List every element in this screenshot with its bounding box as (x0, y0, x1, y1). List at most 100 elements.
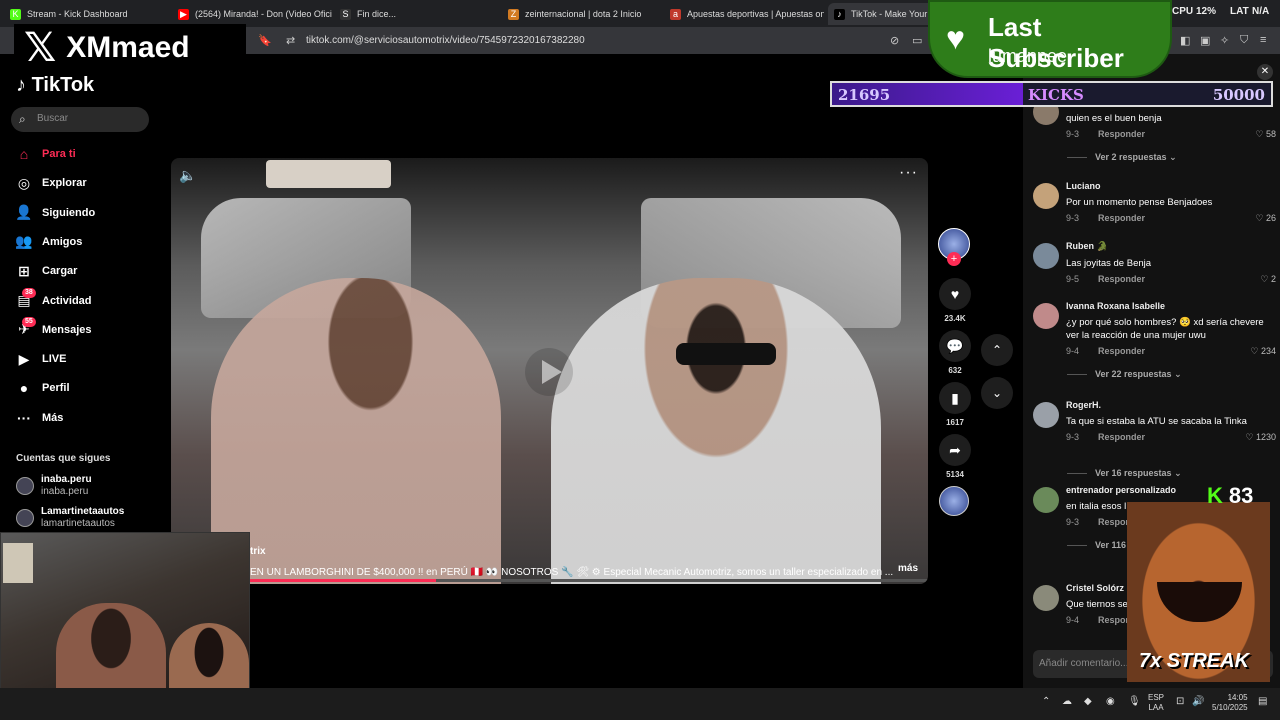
previous-video-button[interactable]: ⌃ (981, 334, 1013, 366)
browser-tab[interactable]: a Apuestas deportivas | Apuestas online (664, 3, 824, 25)
comment-like-button[interactable]: ♡ 26 (1255, 213, 1276, 224)
followed-account[interactable]: Lamartinetaautos lamartinetaautos (16, 506, 124, 530)
caption-more-link[interactable]: más (898, 563, 918, 574)
comment-author[interactable]: Ruben 🐊 (1066, 241, 1278, 252)
comment-author[interactable]: Luciano (1066, 181, 1278, 191)
tab-favicon-icon: ▶ (178, 8, 189, 20)
language-indicator[interactable]: ESP LAA (1148, 693, 1164, 713)
volume-icon[interactable]: 🔈 (179, 167, 196, 184)
clock[interactable]: 14:05 5/10/2025 (1212, 693, 1248, 713)
profile-icon-glyph: ● (19, 380, 29, 397)
sidebar-item-perfil[interactable]: ● Perfil (14, 377, 70, 399)
url-field[interactable]: tiktok.com/@serviciosautomotrix/video/75… (306, 35, 585, 46)
avatar[interactable] (1033, 183, 1059, 209)
view-replies-link[interactable]: Ver 22 respuestas ⌄ (1067, 369, 1182, 380)
avatar[interactable] (1033, 487, 1059, 513)
translate-icon[interactable]: ⊘ (890, 34, 899, 47)
video-player[interactable]: 🔈 ··· (171, 158, 928, 584)
video-more-icon[interactable]: ··· (899, 164, 918, 182)
comment-date: 9-3 (1066, 517, 1080, 527)
browser-tab[interactable]: K Stream - Kick Dashboard (4, 3, 169, 25)
comment-like-button[interactable]: ♡ 1230 (1245, 432, 1276, 443)
cloud-icon[interactable]: ☁ (1062, 696, 1072, 707)
speaker-icon[interactable]: 🔊 (1192, 696, 1204, 707)
heart-icon[interactable]: ♥ (939, 278, 971, 310)
next-video-button[interactable]: ⌄ (981, 377, 1013, 409)
browser-tab[interactable]: S Fin dice... (334, 3, 499, 25)
microphone-icon[interactable]: 🎙 (1128, 696, 1141, 707)
sidebar-item-explorar[interactable]: ◎ Explorar (14, 172, 87, 194)
search-box[interactable]: ⌕ Buscar (11, 107, 149, 132)
tiktok-logo[interactable]: ♪ TikTok (16, 74, 94, 97)
comment-author[interactable]: Ivanna Roxana Isabelle (1066, 301, 1278, 311)
bookmark-save-icon[interactable]: ▮ (939, 382, 971, 414)
reply-button[interactable]: Responder (1098, 213, 1145, 223)
share-icon[interactable]: ➦ (939, 434, 971, 466)
followed-account[interactable]: inaba.peru inaba.peru (16, 474, 92, 498)
sidebar-icon[interactable]: ◧ (1180, 34, 1190, 47)
avatar (16, 509, 34, 527)
sidebar-item-m-s[interactable]: ··· Más (14, 407, 63, 429)
chevron-up-icon: ⌃ (991, 343, 1003, 357)
save-action[interactable]: ▮ 1617 (938, 382, 972, 427)
view-replies-link[interactable]: Ver 16 respuestas ⌄ (1067, 468, 1182, 479)
site-info-icon[interactable]: ⇄ (286, 34, 295, 47)
avatar[interactable] (1033, 303, 1059, 329)
screen-icon[interactable]: ▭ (912, 34, 922, 47)
last-subscriber-name: lumanpee (988, 46, 1068, 66)
avatar[interactable] (1033, 585, 1059, 611)
sidebar-item-actividad[interactable]: ▤ 38 Actividad (14, 288, 92, 312)
like-action[interactable]: ♥ 23.4K (938, 278, 972, 323)
reply-button[interactable]: Responder (1098, 129, 1145, 139)
comment-like-count: 26 (1265, 213, 1276, 223)
app-tray-icon[interactable]: ◉ (1106, 696, 1115, 707)
reply-button[interactable]: Responder (1098, 432, 1145, 442)
notification-icon[interactable]: ▤ (1258, 696, 1267, 707)
menu-icon[interactable]: ≡ (1260, 34, 1266, 46)
comment-body: Ivanna Roxana Isabelle ¿y por qué solo ho… (1066, 301, 1278, 358)
sidebar-item-amigos[interactable]: 👥 Amigos (14, 231, 82, 253)
comment-action[interactable]: 💬 632 (938, 330, 972, 375)
comment-like-button[interactable]: ♡ 58 (1255, 129, 1276, 140)
reply-button[interactable]: Responder (1098, 346, 1145, 356)
video-progress-bar[interactable] (171, 579, 928, 582)
network-icon[interactable]: ⊡ (1176, 696, 1184, 707)
sidebar-item-para-ti[interactable]: ⌂ Para ti (14, 143, 76, 165)
kicks-current: 21695 (838, 86, 891, 104)
share-action[interactable]: ➦ 5134 (938, 434, 972, 479)
video-author[interactable]: trix (250, 546, 266, 557)
extensions-icon[interactable]: ✧ (1220, 34, 1229, 47)
comment-author[interactable]: RogerH. (1066, 400, 1278, 410)
tab-favicon-icon: Z (508, 8, 519, 20)
close-icon[interactable]: ✕ (1257, 64, 1273, 80)
sidebar-item-cargar[interactable]: ⊞ Cargar (14, 260, 77, 282)
view-replies-link[interactable]: Ver 2 respuestas ⌄ (1067, 152, 1177, 163)
shield-icon[interactable]: ⛉ (1240, 34, 1248, 47)
music-disc-icon[interactable] (939, 486, 969, 516)
tray-chevron-up-icon[interactable]: ⌃ (1042, 696, 1050, 707)
follow-plus-icon[interactable]: + (947, 252, 961, 266)
avatar[interactable] (1033, 402, 1059, 428)
view-replies-link[interactable]: Ver 116 ⌄ (1067, 540, 1136, 551)
reply-button[interactable]: Responder (1098, 274, 1145, 284)
browser-tab[interactable]: ♪ TikTok - Make Your Day (828, 3, 938, 25)
bookmark-icon[interactable]: 🔖 (258, 34, 272, 47)
comment-icon[interactable]: 💬 (939, 330, 971, 362)
tab-label: TikTok - Make Your Day (851, 9, 938, 19)
nvidia-icon[interactable]: ◆ (1084, 696, 1092, 707)
heart-outline-icon: ♡ (1255, 129, 1266, 139)
browser-tab[interactable]: ▶ (2564) Miranda! - Don (Video Oficial) (172, 3, 332, 25)
comment-like-button[interactable]: ♡ 2 (1260, 274, 1276, 285)
sidebar-item-mensajes[interactable]: ✈ 55 Mensajes (14, 317, 92, 341)
sidebar-item-siguiendo[interactable]: 👤 Siguiendo (14, 202, 95, 224)
sidebar-item-live[interactable]: ▶ LIVE (14, 348, 67, 370)
comment-like-button[interactable]: ♡ 234 (1250, 346, 1276, 357)
comment-meta: 9-3 Responder ♡ 58 (1066, 129, 1278, 141)
wallet-icon[interactable]: ▣ (1200, 34, 1210, 47)
play-icon[interactable] (524, 347, 574, 397)
account-name: Lamartinetaautos (41, 506, 125, 517)
upload-icon: ⊞ (14, 263, 34, 280)
comment-text: Ta que si estaba la ATU se sacaba la Tin… (1066, 416, 1247, 427)
browser-tab[interactable]: Zzeinternacional | dota 2 Inicio (502, 3, 662, 25)
avatar[interactable] (1033, 243, 1059, 269)
